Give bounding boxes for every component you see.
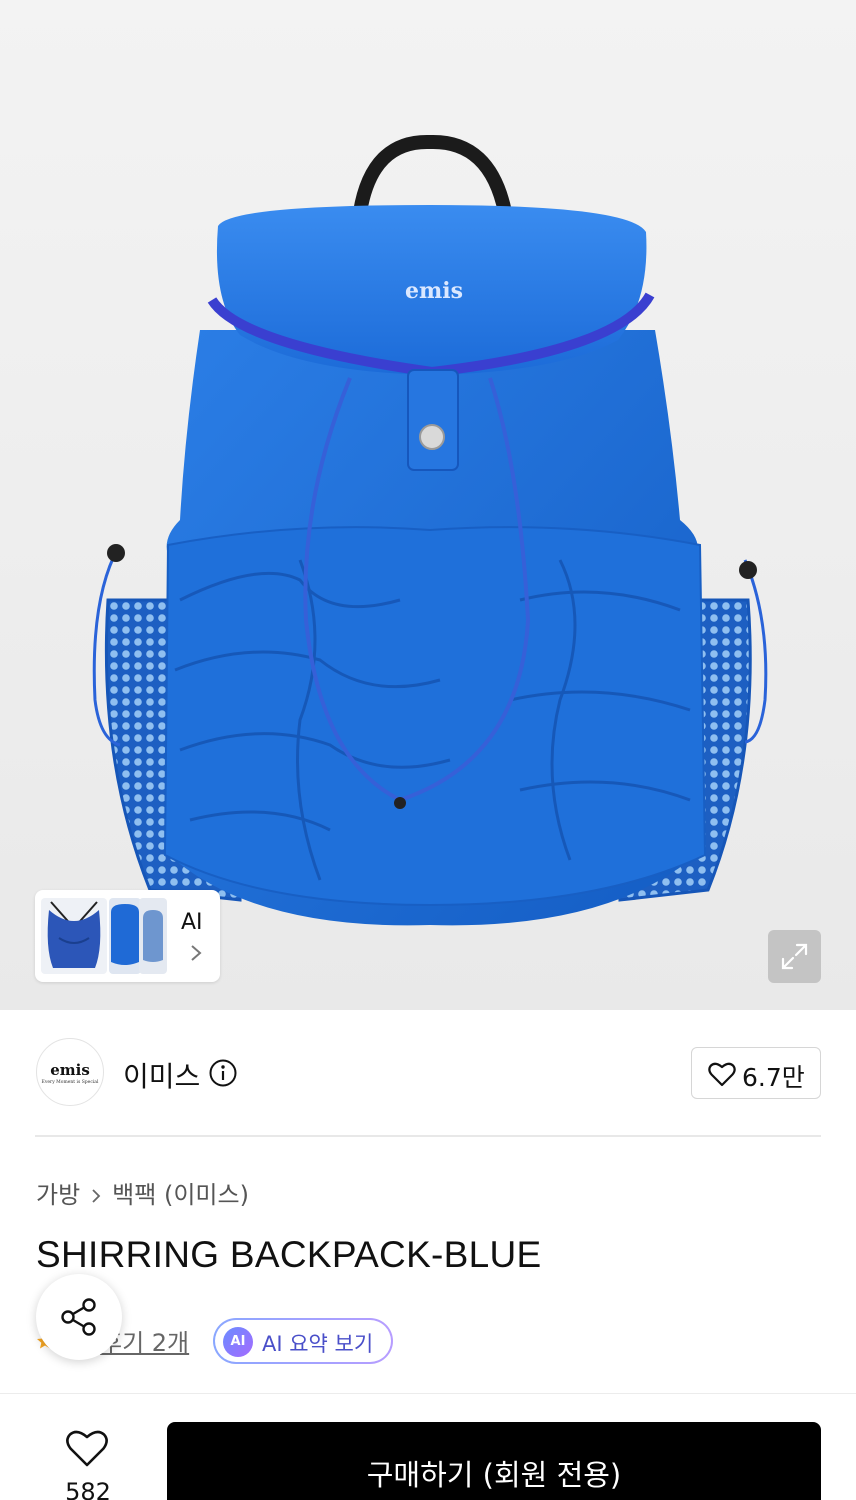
heart-icon (708, 1062, 736, 1087)
brand-logo[interactable]: emis Every Moment is Special (36, 1038, 104, 1106)
fullscreen-button[interactable] (768, 930, 821, 983)
ai-summary-button[interactable]: AI AI 요약 보기 (213, 1318, 393, 1364)
gallery-thumbnail[interactable] (109, 898, 141, 974)
backpack-side-thumbnail-icon (143, 910, 163, 962)
breadcrumb-subcategory[interactable]: 백팩 (이미스) (112, 1181, 249, 1209)
gallery-ai-label: AI (181, 910, 203, 935)
gallery-thumbnail[interactable] (41, 898, 107, 974)
product-image-area[interactable]: emis AI (0, 0, 856, 1010)
drawstring-bag-thumbnail-icon (47, 901, 101, 968)
ai-summary-label: AI 요약 보기 (262, 1332, 374, 1356)
wishlist-count: 582 (65, 1478, 111, 1500)
breadcrumb: 가방 백팩 (이미스) (36, 1175, 249, 1210)
brand-like-button[interactable]: 6.7만 (691, 1047, 821, 1099)
share-button[interactable] (36, 1274, 122, 1360)
info-icon[interactable] (208, 1058, 238, 1088)
brand-logo-subtext: Every Moment is Special (41, 1080, 99, 1085)
brand-logo-text: emis (50, 1061, 90, 1079)
share-icon (61, 1298, 96, 1336)
chevron-right-icon (92, 1189, 101, 1203)
buy-button[interactable]: 구매하기 (회원 전용) (167, 1422, 821, 1500)
ai-badge-icon: AI (223, 1327, 253, 1357)
product-image: emis (92, 134, 768, 926)
backpack-thumbnail-icon (111, 904, 139, 965)
divider (35, 1135, 821, 1137)
expand-icon (781, 943, 808, 970)
buy-button-label: 구매하기 (회원 전용) (366, 1458, 622, 1492)
breadcrumb-category[interactable]: 가방 (36, 1181, 80, 1209)
chevron-right-icon (191, 945, 202, 961)
gallery-thumbnail[interactable] (139, 898, 167, 974)
gallery-thumbnail-strip[interactable]: AI (35, 890, 220, 982)
heart-icon (66, 1430, 108, 1467)
brand-like-count: 6.7만 (742, 1063, 805, 1092)
bag-logo: emis (405, 278, 463, 304)
bottom-action-bar: 582 구매하기 (회원 전용) (0, 1393, 856, 1500)
brand-name[interactable]: 이미스 (123, 1055, 200, 1095)
product-title: SHIRRING BACKPACK-BLUE (36, 1234, 542, 1275)
